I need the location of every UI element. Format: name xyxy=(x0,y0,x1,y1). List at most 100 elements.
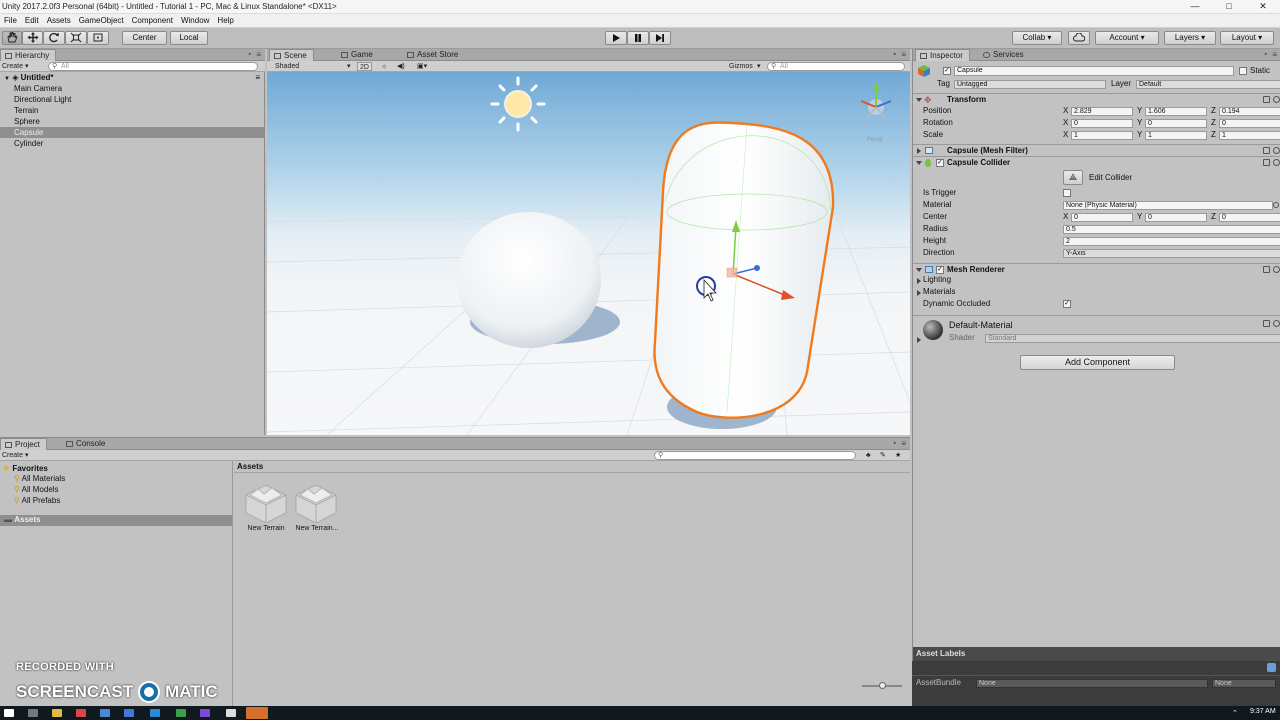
screencast-taskbar-icon[interactable] xyxy=(150,709,160,717)
hierarchy-create-button[interactable]: Create ▾ xyxy=(2,62,28,71)
tab-game[interactable]: Game xyxy=(337,49,379,61)
directional-light-sun-icon[interactable] xyxy=(490,76,546,132)
transform-header[interactable]: ✥ Transform xyxy=(913,93,1280,105)
collab-dropdown[interactable]: Collab ▾ xyxy=(1012,31,1062,45)
asset-item-new-terrain-2[interactable]: New Terrain... xyxy=(294,483,340,535)
lock-icon[interactable]: ▪ xyxy=(894,440,896,447)
favorite-all-models[interactable]: ⚲ All Models xyxy=(14,485,59,494)
hierarchy-search-input[interactable]: ⚲ All xyxy=(48,62,258,71)
panel-menu-icon[interactable]: ≡ xyxy=(901,50,906,59)
radius-field[interactable]: 0.5 xyxy=(1063,225,1280,234)
layer-dropdown[interactable]: Default xyxy=(1136,80,1280,89)
persp-label[interactable]: Persp xyxy=(867,137,883,143)
hand-tool-button[interactable] xyxy=(2,31,22,45)
lock-icon[interactable]: ▪ xyxy=(249,51,251,58)
tab-hierarchy[interactable]: Hierarchy xyxy=(0,49,57,61)
lock-icon[interactable]: ▪ xyxy=(1265,51,1267,58)
static-checkbox[interactable] xyxy=(1239,67,1247,75)
scene-root-item[interactable]: ▼ ◈ Untitled* ≡ xyxy=(0,72,264,83)
menu-file[interactable]: File xyxy=(0,14,21,27)
taskbar-app-icon[interactable] xyxy=(176,709,186,717)
center-y-field[interactable]: 0 xyxy=(1145,213,1207,222)
unity-taskbar-icon[interactable] xyxy=(226,709,236,717)
tab-inspector[interactable]: Inspector xyxy=(915,49,970,61)
orientation-gizmo-icon[interactable] xyxy=(860,82,892,118)
project-search-input[interactable]: ⚲ xyxy=(654,451,856,460)
menu-help[interactable]: Help xyxy=(213,14,237,27)
capsule-collider-header[interactable]: ✓ Capsule Collider xyxy=(913,156,1280,168)
scene-viewport[interactable]: Persp xyxy=(267,72,910,435)
tab-console[interactable]: Console xyxy=(62,438,111,450)
center-x-field[interactable]: 0 xyxy=(1071,213,1133,222)
materials-foldout[interactable]: Materials xyxy=(923,287,955,297)
gear-icon[interactable] xyxy=(1273,266,1280,273)
favorite-all-prefabs[interactable]: ⚲ All Prefabs xyxy=(14,496,60,505)
assets-root-item[interactable]: ▬ Assets xyxy=(0,515,232,526)
object-picker-icon[interactable] xyxy=(1273,202,1279,208)
help-book-icon[interactable] xyxy=(1263,266,1270,273)
shader-dropdown[interactable]: Standard xyxy=(985,334,1280,343)
system-tray-icon[interactable]: ⌃ xyxy=(1232,709,1238,717)
asset-bundle-variant-dropdown[interactable]: None xyxy=(1212,679,1276,688)
direction-dropdown[interactable]: Y-Axis xyxy=(1063,249,1280,258)
dynamic-occluded-checkbox[interactable]: ✓ xyxy=(1063,300,1071,308)
pivot-center-button[interactable]: Center xyxy=(122,31,167,45)
lighting-foldout[interactable]: Lighting xyxy=(923,275,951,285)
pause-button[interactable] xyxy=(627,31,649,45)
scale-z-field[interactable]: 1 xyxy=(1219,131,1280,140)
gizmos-dropdown[interactable]: Gizmos xyxy=(729,62,753,71)
play-button[interactable] xyxy=(605,31,627,45)
active-app-taskbar-icon[interactable] xyxy=(246,707,268,719)
gear-icon[interactable] xyxy=(1273,159,1280,166)
mesh-renderer-enabled-checkbox[interactable]: ✓ xyxy=(936,266,944,274)
hierarchy-item-cylinder[interactable]: Cylinder xyxy=(0,138,264,149)
move-tool-button[interactable] xyxy=(22,31,43,45)
cloud-button[interactable] xyxy=(1068,31,1090,45)
filter-by-type-icon[interactable]: ♣ xyxy=(866,451,871,460)
panel-menu-icon[interactable]: ≡ xyxy=(255,72,260,83)
account-dropdown[interactable]: Account ▾ xyxy=(1095,31,1159,45)
rotation-z-field[interactable]: 0 xyxy=(1219,119,1280,128)
hierarchy-item-main-camera[interactable]: Main Camera xyxy=(0,83,264,94)
rect-tool-button[interactable] xyxy=(87,31,109,45)
center-z-field[interactable]: 0 xyxy=(1219,213,1280,222)
asset-item-new-terrain[interactable]: New Terrain xyxy=(244,483,288,535)
menu-assets[interactable]: Assets xyxy=(43,14,75,27)
menu-gameobject[interactable]: GameObject xyxy=(75,14,128,27)
favorite-all-materials[interactable]: ⚲ All Materials xyxy=(14,474,65,483)
audio-icon[interactable]: ◀) xyxy=(397,62,405,71)
edit-collider-button[interactable]: ⟁ xyxy=(1063,170,1083,185)
chrome-icon[interactable] xyxy=(76,709,86,717)
close-button[interactable]: ✕ xyxy=(1246,0,1280,14)
pivot-local-button[interactable]: Local xyxy=(170,31,208,45)
add-component-button[interactable]: Add Component xyxy=(1020,355,1175,370)
object-name-field[interactable]: Capsule xyxy=(954,66,1234,76)
gear-icon[interactable] xyxy=(1273,96,1280,103)
scale-tool-button[interactable] xyxy=(65,31,87,45)
help-book-icon[interactable] xyxy=(1263,320,1270,327)
asset-bundle-dropdown[interactable]: None xyxy=(976,679,1208,688)
layout-dropdown[interactable]: Layout ▾ xyxy=(1220,31,1274,45)
position-x-field[interactable]: 2.829 xyxy=(1071,107,1133,116)
toggle-2d-button[interactable]: 2D xyxy=(357,62,372,71)
hierarchy-item-sphere[interactable]: Sphere xyxy=(0,116,264,127)
gear-icon[interactable] xyxy=(1273,147,1280,154)
gear-icon[interactable] xyxy=(1273,320,1280,327)
lock-icon[interactable]: ▪ xyxy=(894,51,896,58)
scene-lighting-icon[interactable]: ☼ xyxy=(381,62,387,71)
mesh-filter-header[interactable]: Capsule (Mesh Filter) xyxy=(913,144,1280,156)
position-z-field[interactable]: 0.194 xyxy=(1219,107,1280,116)
rotation-x-field[interactable]: 0 xyxy=(1071,119,1133,128)
scale-y-field[interactable]: 1 xyxy=(1145,131,1207,140)
active-checkbox[interactable]: ✓ xyxy=(943,67,951,75)
rotate-tool-button[interactable] xyxy=(43,31,65,45)
scene-search-input[interactable]: ⚲ All xyxy=(767,62,905,71)
filter-by-label-icon[interactable]: ✎ xyxy=(880,451,886,460)
scale-x-field[interactable]: 1 xyxy=(1071,131,1133,140)
slider-thumb[interactable] xyxy=(879,682,886,689)
fold-closed-icon[interactable] xyxy=(917,290,921,296)
help-book-icon[interactable] xyxy=(1263,147,1270,154)
is-trigger-checkbox[interactable] xyxy=(1063,189,1071,197)
tag-icon[interactable] xyxy=(1267,663,1276,672)
material-header[interactable]: Default-Material Shader Standard xyxy=(913,315,1280,345)
